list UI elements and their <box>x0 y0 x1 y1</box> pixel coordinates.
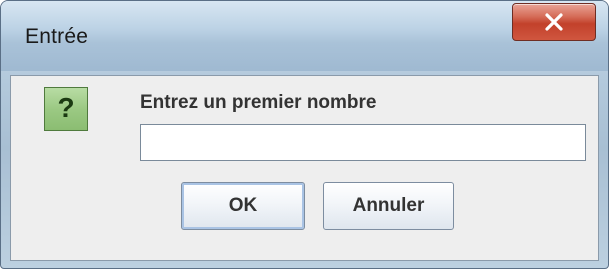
window-title: Entrée <box>25 25 89 48</box>
question-icon: ? <box>44 87 88 131</box>
dialog-content: ? Entrez un premier nombre OK Annuler <box>10 75 599 261</box>
dialog-window: Entrée ? Entrez un premier nombre OK Ann… <box>0 0 609 269</box>
close-button[interactable] <box>512 3 596 41</box>
number-input[interactable] <box>140 124 586 161</box>
close-icon <box>545 13 563 31</box>
prompt-label: Entrez un premier nombre <box>140 92 377 113</box>
title-bar[interactable]: Entrée <box>1 1 608 71</box>
question-glyph: ? <box>57 92 75 123</box>
cancel-button[interactable]: Annuler <box>323 182 454 230</box>
ok-button[interactable]: OK <box>181 182 305 230</box>
